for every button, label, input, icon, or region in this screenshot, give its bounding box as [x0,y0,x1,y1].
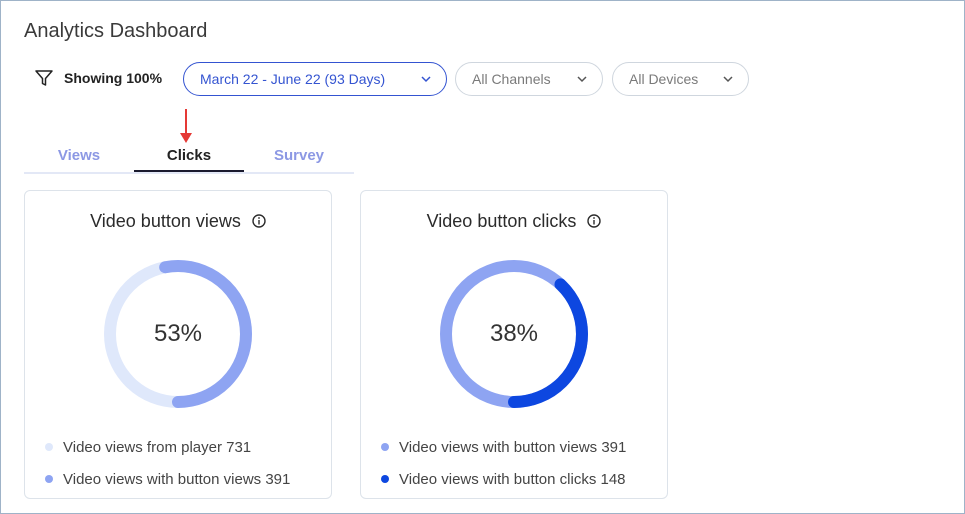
showing-label: Showing 100% [64,70,163,86]
legend: Video views with button views 391 Video … [381,431,626,495]
legend-item: Video views from player 731 [45,431,290,463]
devices-value: All Devices [629,71,699,87]
tab-clicks[interactable]: Clicks [134,142,244,172]
percent-label: 38% [489,320,539,347]
card-title-text: Video button clicks [426,211,577,231]
devices-select[interactable]: All Devices [612,62,749,96]
card-title: Video button views [25,211,331,232]
legend-item: Video views with button clicks 148 [381,463,626,495]
chevron-down-icon [421,76,431,83]
legend-dot [45,475,53,483]
percent-label: 53% [153,320,203,347]
chevron-down-icon [723,76,733,83]
card-title-text: Video button views [90,211,241,231]
legend: Video views from player 731 Video views … [45,431,290,495]
chevron-down-icon [577,76,587,83]
legend-dot [381,443,389,451]
tab-survey[interactable]: Survey [244,142,354,170]
date-range-select[interactable]: March 22 - June 22 (93 Days) [183,62,447,96]
annotation-arrow-icon [180,109,192,143]
showing-filter[interactable]: Showing 100% [34,68,162,88]
legend-item: Video views with button views 391 [381,431,626,463]
legend-label: Video views with button views 391 [399,438,627,456]
tab-views[interactable]: Views [24,142,134,170]
legend-item: Video views with button views 391 [45,463,290,495]
filter-icon [35,70,53,86]
video-button-views-card: Video button views 53% Video views from … [24,190,332,499]
card-title: Video button clicks [361,211,667,232]
legend-label: Video views from player 731 [63,438,252,456]
legend-dot [381,475,389,483]
video-button-clicks-card: Video button clicks 38% Video views with… [360,190,668,499]
date-range-value: March 22 - June 22 (93 Days) [200,71,386,87]
legend-label: Video views with button clicks 148 [399,470,626,488]
channels-select[interactable]: All Channels [455,62,603,96]
legend-dot [45,443,53,451]
filter-bar: Showing 100% March 22 - June 22 (93 Days… [34,62,794,98]
tab-bar: Views Clicks Survey [24,142,354,174]
page-title: Analytics Dashboard [24,20,208,42]
info-icon[interactable] [587,214,602,228]
channels-value: All Channels [472,71,551,87]
info-icon[interactable] [252,214,266,228]
legend-label: Video views with button views 391 [63,470,291,488]
